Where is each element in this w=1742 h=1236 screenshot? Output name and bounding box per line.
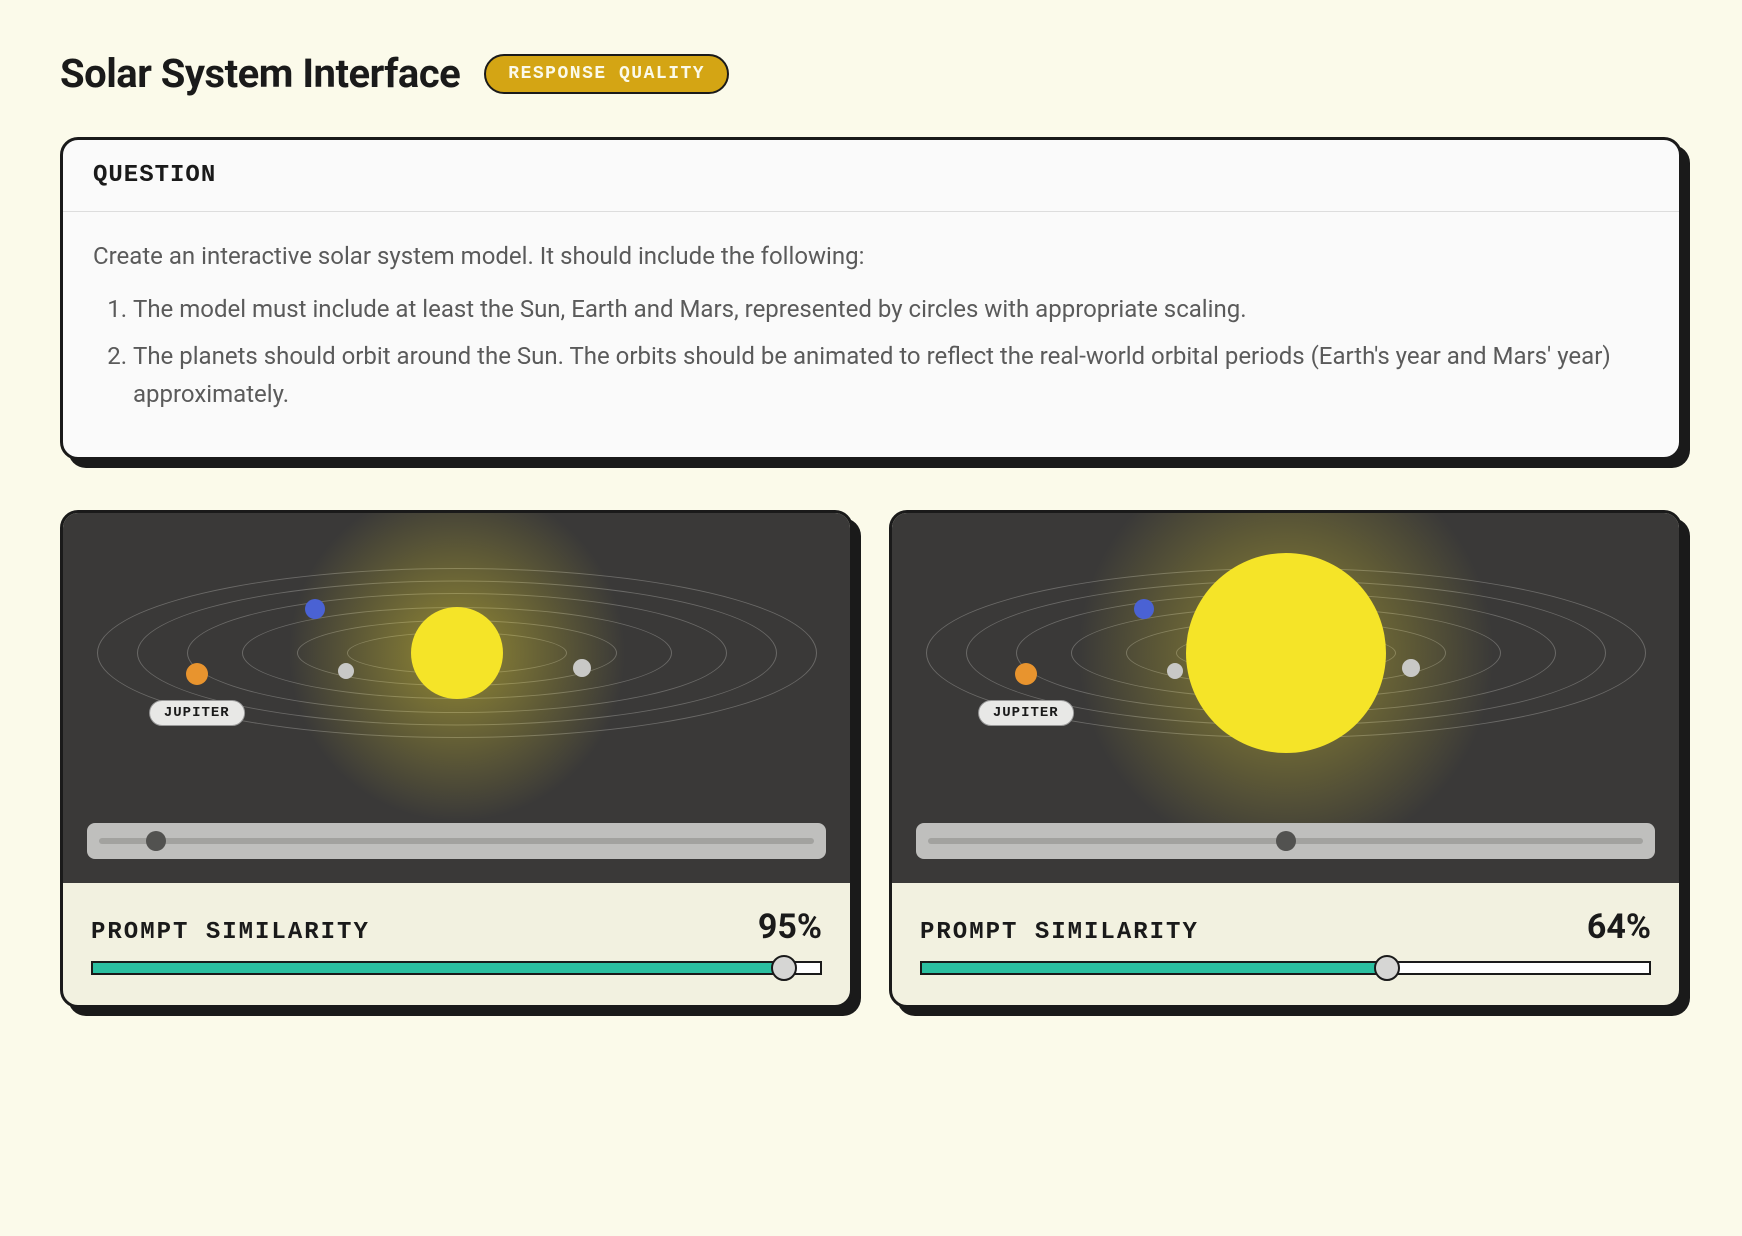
sun bbox=[1186, 553, 1386, 753]
question-list: The model must include at least the Sun,… bbox=[93, 291, 1649, 413]
similarity-panel: PROMPT SIMILARITY 64% bbox=[892, 883, 1679, 1005]
slider-thumb[interactable] bbox=[146, 831, 166, 851]
similarity-panel: PROMPT SIMILARITY 95% bbox=[63, 883, 850, 1005]
planet-tooltip: JUPITER bbox=[978, 700, 1074, 726]
slider-rail bbox=[99, 838, 814, 844]
sun bbox=[411, 607, 503, 699]
similarity-value: 95% bbox=[758, 907, 822, 947]
similarity-fill bbox=[922, 963, 1387, 973]
planet[interactable] bbox=[305, 599, 325, 619]
solar-system-viz[interactable]: JUPITER bbox=[63, 513, 850, 883]
planet[interactable] bbox=[1134, 599, 1154, 619]
planet[interactable] bbox=[573, 659, 591, 677]
similarity-thumb[interactable] bbox=[771, 955, 797, 981]
question-item: The planets should orbit around the Sun.… bbox=[133, 338, 1649, 412]
similarity-thumb[interactable] bbox=[1374, 955, 1400, 981]
planet[interactable] bbox=[1167, 663, 1183, 679]
similarity-label: PROMPT SIMILARITY bbox=[920, 919, 1199, 946]
question-body: Create an interactive solar system model… bbox=[63, 212, 1679, 457]
planet-tooltip: JUPITER bbox=[149, 700, 245, 726]
page-header: Solar System Interface RESPONSE QUALITY bbox=[60, 50, 1682, 97]
question-card: QUESTION Create an interactive solar sys… bbox=[60, 137, 1682, 460]
samples-row: JUPITER PROMPT SIMILARITY 95% bbox=[60, 510, 1682, 1008]
page-title: Solar System Interface bbox=[60, 50, 460, 97]
similarity-bar bbox=[91, 961, 822, 975]
quality-badge: RESPONSE QUALITY bbox=[484, 54, 729, 94]
sample-card: JUPITER PROMPT SIMILARITY 64% bbox=[889, 510, 1682, 1008]
planet[interactable] bbox=[186, 663, 208, 685]
similarity-value: 64% bbox=[1587, 907, 1651, 947]
similarity-label: PROMPT SIMILARITY bbox=[91, 919, 370, 946]
slider-rail bbox=[928, 838, 1643, 844]
question-item: The model must include at least the Sun,… bbox=[133, 291, 1649, 328]
planet[interactable] bbox=[1402, 659, 1420, 677]
question-label: QUESTION bbox=[93, 162, 1649, 189]
question-intro: Create an interactive solar system model… bbox=[93, 238, 1649, 275]
question-header: QUESTION bbox=[63, 140, 1679, 212]
similarity-bar bbox=[920, 961, 1651, 975]
zoom-slider[interactable] bbox=[916, 823, 1655, 859]
sample-card: JUPITER PROMPT SIMILARITY 95% bbox=[60, 510, 853, 1008]
solar-system-viz[interactable]: JUPITER bbox=[892, 513, 1679, 883]
planet[interactable] bbox=[338, 663, 354, 679]
zoom-slider[interactable] bbox=[87, 823, 826, 859]
planet[interactable] bbox=[1015, 663, 1037, 685]
slider-thumb[interactable] bbox=[1276, 831, 1296, 851]
similarity-fill bbox=[93, 963, 784, 973]
